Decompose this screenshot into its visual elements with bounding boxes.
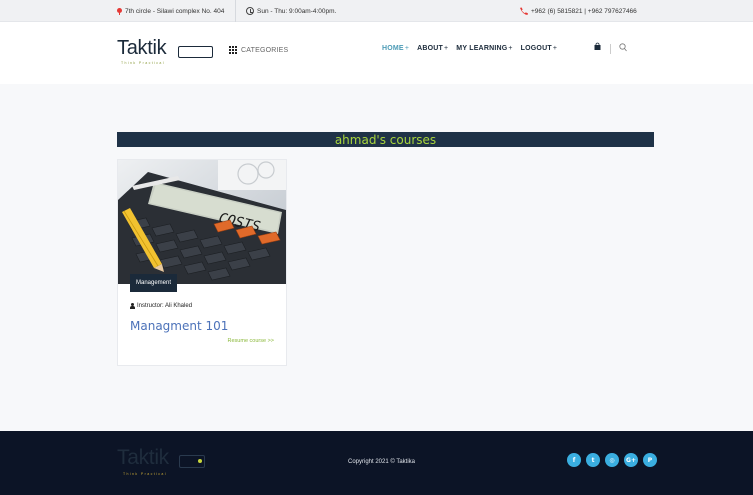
categories-label: CATEGORIES [241,46,289,54]
calculator-costs-image: COSTS [118,160,286,284]
facebook-icon[interactable]: f [567,453,581,467]
course-card[interactable]: COSTS Management Instructor: Ali Khaled … [117,159,287,366]
top-info-bar: 7th circle - Silawi complex No. 404 Sun … [0,0,753,22]
clock-icon [246,7,254,15]
footer-logo-tagline: Think Practical [123,472,167,476]
resume-course-link[interactable]: Resume course >> [228,338,274,344]
grid-menu-icon [229,46,237,54]
instructor-line: Instructor: Ali Khaled [130,303,192,309]
page-title: ahmad's courses [117,132,654,147]
location-pin-icon [117,7,122,15]
topbar-divider [235,0,236,22]
nav-home[interactable]: HOME+ [382,45,409,52]
course-thumbnail[interactable]: COSTS [118,160,286,284]
phone-icon [519,7,528,15]
site-header: Taktik Think Practical CATEGORIES HOME+ … [0,22,753,84]
nav-about[interactable]: ABOUT+ [417,45,448,52]
logo-wordmark: Taktik [117,37,167,59]
hours-text: Sun - Thu: 9:00am-4:00pm. [257,7,337,15]
main-nav: HOME+ ABOUT+ MY LEARNING+ LOGOUT+ [382,45,557,52]
site-footer: Taktik Think Practical Copyright 2021 © … [0,431,753,495]
address-info: 7th circle - Silawi complex No. 404 [117,0,224,22]
nav-logout[interactable]: LOGOUT+ [521,45,557,52]
footer-logo[interactable]: Taktik Think Practical [117,446,205,476]
logo-battery-mark [178,46,213,58]
twitter-icon[interactable]: t [586,453,600,467]
instagram-icon[interactable]: ◎ [605,453,619,467]
categories-menu[interactable]: CATEGORIES [229,46,288,54]
course-title[interactable]: Managment 101 [130,319,228,333]
social-links: f t ◎ G+ P [567,453,657,467]
footer-logo-wordmark: Taktik [117,446,169,469]
search-icon[interactable] [619,43,627,52]
category-badge[interactable]: Management [130,274,178,292]
address-text: 7th circle - Silawi complex No. 404 [125,7,225,15]
pinterest-icon[interactable]: P [643,453,657,467]
shopping-bag-icon[interactable] [594,42,601,50]
phone-info: +962 (6) 5815821 | +962 797627466 [519,0,637,22]
footer-logo-battery-mark [179,455,205,468]
hours-info: Sun - Thu: 9:00am-4:00pm. [246,0,336,22]
nav-my-learning[interactable]: MY LEARNING+ [456,45,512,52]
header-divider [610,44,611,54]
site-logo[interactable]: Taktik Think Practical [117,37,213,65]
instructor-text: Instructor: Ali Khaled [137,303,193,309]
user-icon [130,303,135,309]
google-plus-icon[interactable]: G+ [624,453,638,467]
copyright-text: Copyright 2021 © Taktika [348,459,416,465]
logo-tagline: Think Practical [121,61,165,65]
phone-text: +962 (6) 5815821 | +962 797627466 [531,7,637,15]
